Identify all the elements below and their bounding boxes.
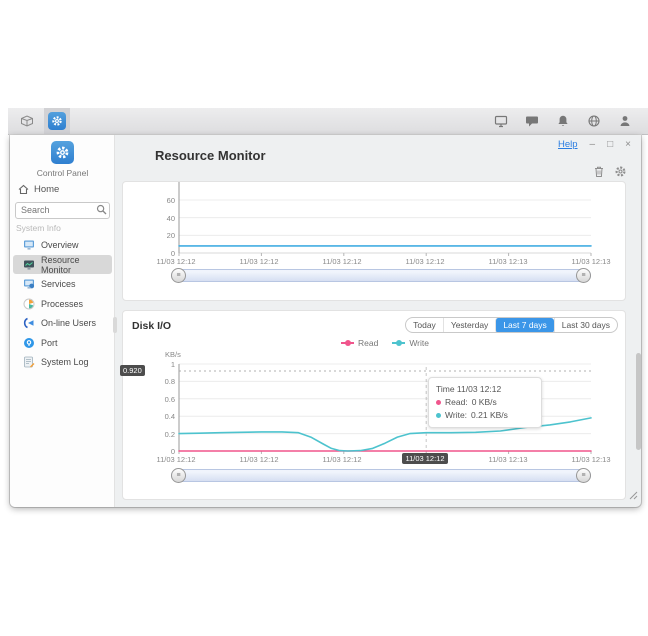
y-tick: 0.6 — [149, 395, 175, 404]
disk-io-range-slider — [171, 468, 591, 483]
search-box — [15, 200, 110, 217]
slider-track[interactable] — [171, 469, 591, 482]
top-chart-range-slider — [171, 268, 591, 283]
y-tick: 60 — [149, 196, 175, 205]
online-users-icon — [22, 316, 35, 329]
x-tick-highlighted: 11/03 12:12 — [395, 454, 455, 463]
search-icon[interactable] — [96, 202, 107, 220]
chat-icon[interactable] — [521, 110, 543, 132]
notification-bell-icon[interactable] — [552, 110, 574, 132]
tooltip-time: Time 11/03 12:12 — [436, 383, 534, 396]
app-title: Control Panel — [10, 168, 115, 178]
x-tick: 11/03 12:12 — [146, 257, 206, 266]
sidebar-item-system-log[interactable]: System Log — [13, 352, 112, 371]
y-tick: 20 — [149, 231, 175, 240]
x-tick: 11/03 12:12 — [229, 257, 289, 266]
overview-icon — [22, 238, 35, 251]
slider-track[interactable] — [171, 269, 591, 282]
maximize-button[interactable]: □ — [607, 139, 613, 150]
sidebar-item-processes[interactable]: Processes — [13, 294, 112, 313]
sidebar-item-home[interactable]: Home — [18, 184, 59, 195]
services-icon — [22, 277, 35, 290]
slider-left-handle[interactable] — [171, 468, 186, 483]
sidebar-item-port[interactable]: Port — [13, 333, 112, 352]
home-label: Home — [34, 184, 59, 195]
x-tick: 11/03 12:13 — [478, 455, 538, 464]
home-icon — [18, 184, 29, 195]
y-tick: 0.8 — [149, 377, 175, 386]
top-chart-panel: 0 20 40 60 11/03 12:12 11/03 12:12 11/03… — [122, 181, 626, 301]
control-panel-window: Help – □ × Control Panel Home System Inf… — [10, 135, 641, 507]
user-icon[interactable] — [614, 110, 636, 132]
threshold-badge: 0.920 — [120, 365, 145, 376]
x-tick: 11/03 12:12 — [312, 257, 372, 266]
taskbar — [8, 108, 648, 135]
desktop: Help – □ × Control Panel Home System Inf… — [0, 0, 648, 636]
vertical-scrollbar-thumb[interactable] — [636, 353, 641, 450]
x-tick: 11/03 12:12 — [229, 455, 289, 464]
slider-right-handle[interactable] — [576, 268, 591, 283]
port-icon — [22, 336, 35, 349]
x-tick: 11/03 12:12 — [312, 455, 372, 464]
resource-monitor-icon — [22, 258, 35, 271]
x-tick: 11/03 12:12 — [395, 257, 455, 266]
x-tick: 11/03 12:13 — [561, 257, 621, 266]
sidebar-item-services[interactable]: Services — [13, 274, 112, 293]
chart-tooltip: Time 11/03 12:12 Read: 0 KB/s Write: 0.2… — [428, 377, 542, 428]
control-panel-icon — [51, 141, 74, 164]
sidebar: Control Panel Home System Info Overview — [10, 135, 115, 507]
slider-right-handle[interactable] — [576, 468, 591, 483]
active-app-slot — [44, 108, 70, 134]
page-title: Resource Monitor — [155, 148, 266, 163]
y-tick: 1 — [149, 360, 175, 369]
minimize-button[interactable]: – — [590, 139, 596, 150]
y-tick: 0.2 — [149, 430, 175, 439]
read-dot-icon — [436, 400, 441, 405]
show-desktop-icon[interactable] — [16, 110, 38, 132]
display-icon[interactable] — [490, 110, 512, 132]
sidebar-collapse-handle[interactable] — [113, 317, 117, 333]
processes-icon — [22, 297, 35, 310]
sidebar-item-overview[interactable]: Overview — [13, 235, 112, 254]
help-link[interactable]: Help — [558, 139, 578, 150]
disk-io-panel: Disk I/O Today Yesterday Last 7 days Las… — [122, 310, 626, 500]
slider-left-handle[interactable] — [171, 268, 186, 283]
x-tick: 11/03 12:13 — [478, 257, 538, 266]
control-panel-app-icon[interactable] — [48, 112, 66, 130]
language-globe-icon[interactable] — [583, 110, 605, 132]
system-log-icon — [22, 355, 35, 368]
y-tick: 0.4 — [149, 412, 175, 421]
write-dot-icon — [436, 413, 441, 418]
sidebar-item-resource-monitor[interactable]: Resource Monitor — [13, 255, 112, 274]
sidebar-item-online-users[interactable]: On-line Users — [13, 313, 112, 332]
close-button[interactable]: × — [625, 139, 631, 150]
x-tick: 11/03 12:12 — [146, 455, 206, 464]
y-tick: 40 — [149, 214, 175, 223]
x-tick: 11/03 12:13 — [561, 455, 621, 464]
window-resize-handle[interactable] — [629, 487, 638, 505]
section-label-system-info: System Info — [16, 223, 61, 233]
